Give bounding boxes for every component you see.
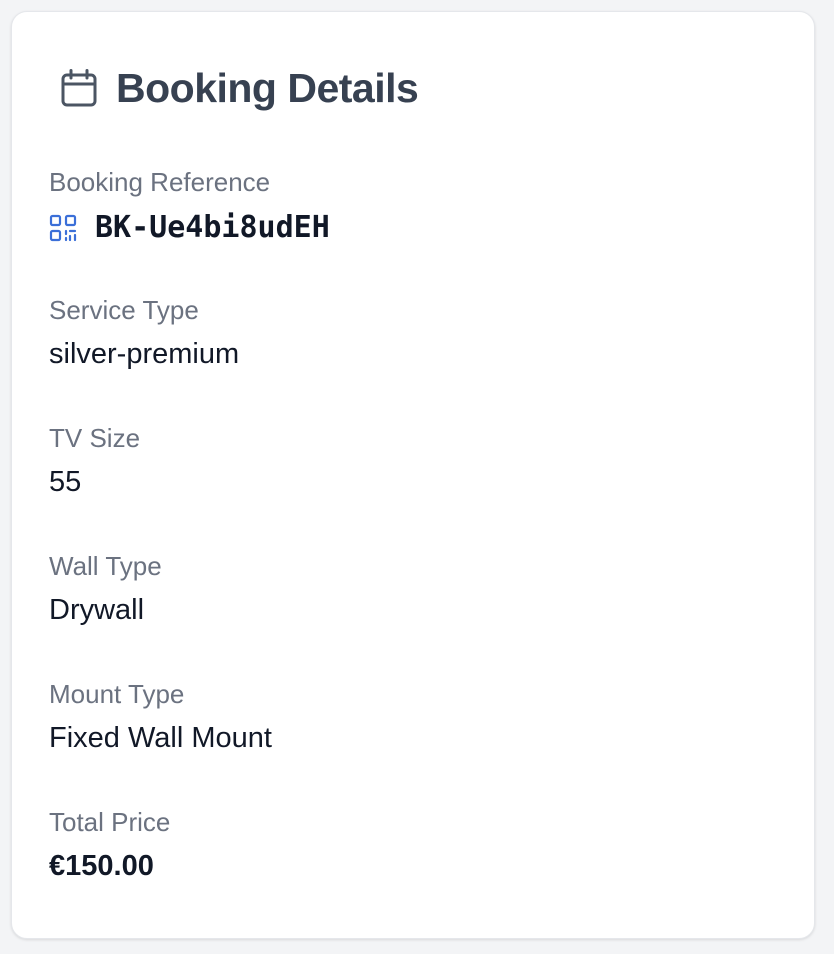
booking-reference-row: BK-Ue4bi8udEH <box>49 210 330 246</box>
qr-code-icon <box>49 214 77 242</box>
service-type-field: Service Type silver-premium <box>49 294 239 372</box>
tv-size-value: 55 <box>49 466 82 498</box>
wall-type-value: Drywall <box>49 594 145 626</box>
card-header: Booking Details <box>60 64 766 112</box>
card-title: Booking Details <box>116 64 419 111</box>
total-price-label: Total Price <box>49 807 171 837</box>
total-price-value: €150.00 <box>49 850 154 882</box>
booking-reference-value: BK-Ue4bi8udEH <box>95 210 330 245</box>
mount-type-field: Mount Type Fixed Wall Mount <box>49 678 272 756</box>
booking-reference-field: Booking Reference BK-Ue4bi8udEH <box>49 166 330 246</box>
tv-size-label: TV Size <box>49 423 141 453</box>
booking-reference-label: Booking Reference <box>49 167 271 197</box>
tv-size-field: TV Size 55 <box>49 422 140 500</box>
wall-type-label: Wall Type <box>49 551 162 581</box>
mount-type-value: Fixed Wall Mount <box>49 722 272 754</box>
service-type-value: silver-premium <box>49 338 240 370</box>
mount-type-label: Mount Type <box>49 679 185 709</box>
total-price-field: Total Price €150.00 <box>49 806 170 884</box>
service-type-label: Service Type <box>49 295 199 325</box>
calendar-icon <box>60 69 98 107</box>
wall-type-field: Wall Type Drywall <box>49 550 162 628</box>
